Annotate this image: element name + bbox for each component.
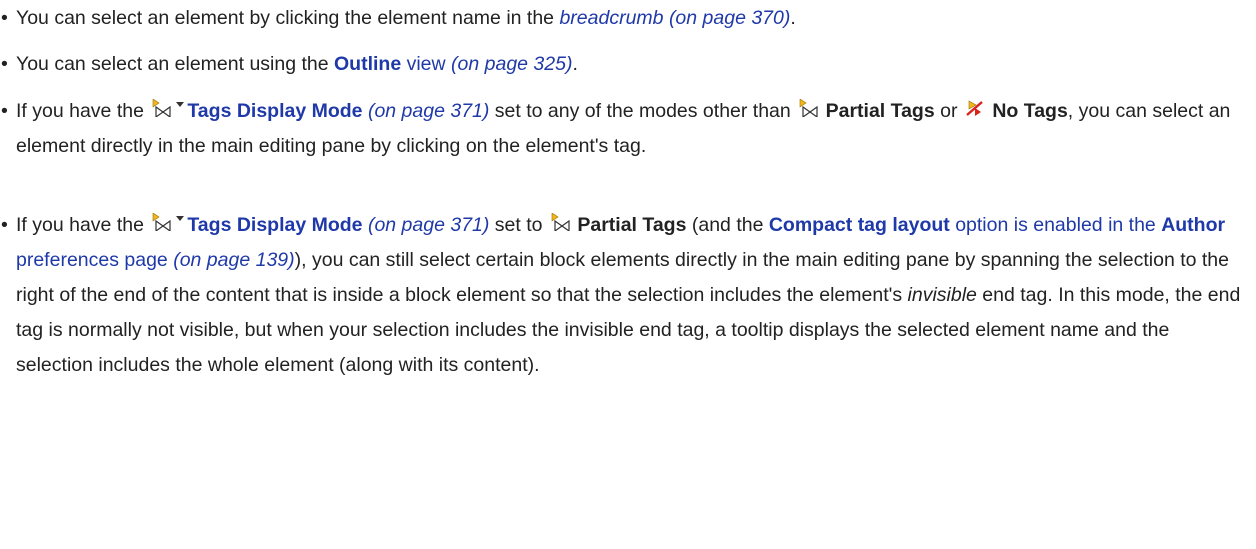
list-item: You can select an element by clicking th… <box>1 1 1242 36</box>
breadcrumb-link-label: breadcrumb <box>559 7 664 29</box>
page-ref: (on page 371) <box>367 214 490 236</box>
bullet-text: or <box>934 100 963 122</box>
list-item: You can select an element using the Outl… <box>1 47 1242 82</box>
bullet-text: . <box>572 53 578 75</box>
link-text: option is enabled in the <box>949 214 1162 236</box>
compact-tag-layout-label: Compact tag layout <box>768 214 950 236</box>
bullet-text: If you have the <box>16 100 150 122</box>
document-page: You can select an element by clicking th… <box>0 0 1256 549</box>
partial-tags-icon <box>550 213 570 231</box>
page-ref: (on page 370) <box>668 7 791 29</box>
tags-display-mode-icon <box>151 213 185 231</box>
partial-tags-label: Partial Tags <box>825 100 935 122</box>
outline-link-rest: view <box>401 53 446 75</box>
tags-display-mode-link[interactable]: Tags Display Mode (on page 371) <box>187 100 489 122</box>
bullet-text: (and the <box>686 214 769 236</box>
bullet-text: . <box>790 7 796 29</box>
partial-tags-icon <box>798 99 818 117</box>
bullet-text: You can select an element using the <box>16 53 334 75</box>
bullet-text: If you have the <box>16 214 150 236</box>
bullet-text: set to any of the modes other than <box>489 100 797 122</box>
page-ref: (on page 139) <box>173 249 295 271</box>
tags-display-mode-label: Tags Display Mode <box>187 100 363 122</box>
partial-tags-label: Partial Tags <box>577 214 687 236</box>
link-text: preferences page <box>16 249 168 271</box>
no-tags-icon <box>965 99 985 117</box>
tags-display-mode-link[interactable]: Tags Display Mode (on page 371) <box>187 214 489 236</box>
tags-display-mode-icon <box>151 99 185 117</box>
page-ref: (on page 371) <box>367 100 490 122</box>
bullet-text: set to <box>489 214 548 236</box>
list-item: If you have the Tags Display Mode (on pa… <box>1 208 1242 383</box>
page-ref: (on page 325) <box>451 53 573 75</box>
list-item: If you have the Tags Display Mode (on pa… <box>1 94 1242 164</box>
outline-link-label: Outline <box>334 53 402 75</box>
emphasis-text: invisible <box>907 284 977 306</box>
outline-view-link[interactable]: Outline view (on page 325) <box>334 53 572 75</box>
tags-display-mode-label: Tags Display Mode <box>187 214 363 236</box>
breadcrumb-link[interactable]: breadcrumb (on page 370) <box>559 7 790 29</box>
author-label: Author <box>1161 214 1226 236</box>
bullet-text: You can select an element by clicking th… <box>16 7 560 29</box>
no-tags-label: No Tags <box>992 100 1068 122</box>
